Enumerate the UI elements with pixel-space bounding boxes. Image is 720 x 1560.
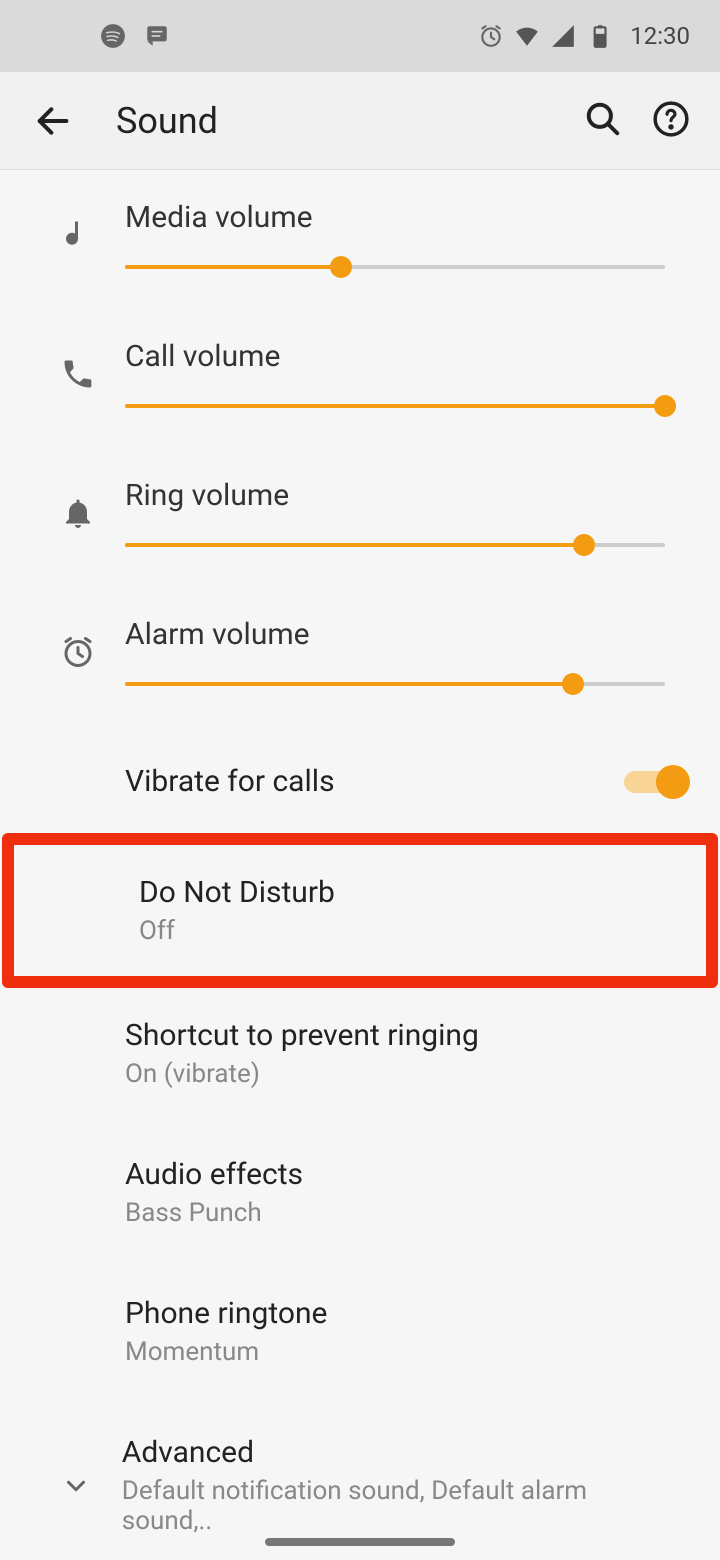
alarm-icon [60,634,96,670]
media-volume-item: Media volume [0,180,720,289]
message-icon [144,23,170,49]
nav-handle[interactable] [265,1538,455,1546]
ringtone-sub: Momentum [125,1337,665,1367]
bell-icon [60,495,96,531]
alarm-status-icon [478,23,504,49]
battery-icon [586,23,612,49]
vibrate-for-calls-row[interactable]: Vibrate for calls [0,736,720,827]
vibrate-toggle[interactable] [624,771,684,793]
wifi-icon [514,23,540,49]
app-bar: Sound [0,72,720,170]
help-icon [652,100,690,138]
call-volume-item: Call volume [0,319,720,428]
content: Media volume Call volume Ring volume [0,170,720,1560]
arrow-left-icon [33,101,73,141]
ring-volume-slider[interactable] [125,543,665,547]
highlight-box: Do Not Disturb Off [2,833,718,988]
back-button[interactable] [30,98,76,144]
alarm-volume-slider[interactable] [125,682,665,686]
page-title: Sound [116,100,584,142]
ringtone-title: Phone ringtone [125,1296,665,1331]
dnd-sub: Off [139,916,651,946]
chevron-down-icon [61,1471,91,1501]
alarm-volume-label: Alarm volume [125,617,665,652]
audio-effects-item[interactable]: Audio effects Bass Punch [0,1133,720,1252]
vibrate-label: Vibrate for calls [125,764,624,799]
help-button[interactable] [652,100,690,142]
advanced-sub: Default notification sound, Default alar… [122,1476,665,1536]
status-clock: 12:30 [630,22,690,50]
do-not-disturb-item[interactable]: Do Not Disturb Off [14,845,706,976]
alarm-volume-item: Alarm volume [0,597,720,706]
search-icon [584,100,622,138]
spotify-icon [100,23,126,49]
music-note-icon [60,217,96,253]
cellular-icon [550,23,576,49]
ring-volume-item: Ring volume [0,458,720,567]
search-button[interactable] [584,100,622,142]
call-volume-label: Call volume [125,339,665,374]
advanced-title: Advanced [122,1435,665,1470]
toggle-knob [656,765,690,799]
audio-title: Audio effects [125,1157,665,1192]
phone-ringtone-item[interactable]: Phone ringtone Momentum [0,1272,720,1391]
shortcut-prevent-ringing-item[interactable]: Shortcut to prevent ringing On (vibrate) [0,994,720,1113]
call-volume-slider[interactable] [125,404,665,408]
ring-volume-label: Ring volume [125,478,665,513]
shortcut-sub: On (vibrate) [125,1059,665,1089]
media-volume-slider[interactable] [125,265,665,269]
audio-sub: Bass Punch [125,1198,665,1228]
shortcut-title: Shortcut to prevent ringing [125,1018,665,1053]
media-volume-label: Media volume [125,200,665,235]
dnd-title: Do Not Disturb [139,875,651,910]
phone-icon [60,356,96,392]
status-bar: 12:30 [0,0,720,72]
